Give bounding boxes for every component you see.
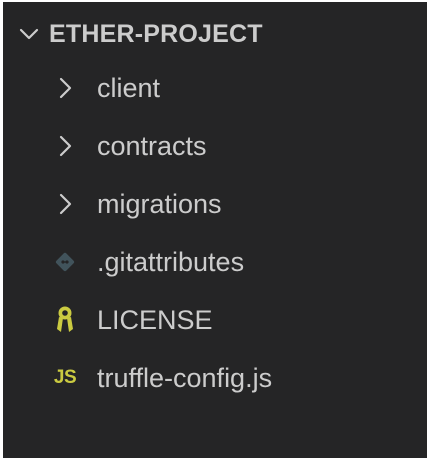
chevron-down-icon <box>11 12 47 56</box>
folder-item-migrations[interactable]: migrations <box>3 175 427 233</box>
file-label: LICENSE <box>97 304 213 335</box>
chevron-right-icon <box>47 175 83 233</box>
folder-label: client <box>97 72 161 103</box>
file-item-truffle-config[interactable]: JS truffle-config.js <box>3 349 427 407</box>
file-explorer-panel: ETHER-PROJECT client contracts migration… <box>3 2 427 458</box>
folder-label: contracts <box>97 130 207 161</box>
folder-item-client[interactable]: client <box>3 59 427 117</box>
chevron-right-icon <box>47 117 83 175</box>
file-label: .gitattributes <box>97 246 245 277</box>
project-root-header[interactable]: ETHER-PROJECT <box>3 12 427 56</box>
chevron-right-icon <box>47 59 83 117</box>
javascript-icon: JS <box>53 367 77 388</box>
git-icon <box>47 233 83 291</box>
folder-item-contracts[interactable]: contracts <box>3 117 427 175</box>
file-item-gitattributes[interactable]: .gitattributes <box>3 233 427 291</box>
file-label: truffle-config.js <box>97 362 273 393</box>
license-icon <box>47 291 83 349</box>
project-root-title: ETHER-PROJECT <box>49 19 263 48</box>
file-item-license[interactable]: LICENSE <box>3 291 427 349</box>
folder-label: migrations <box>97 188 222 219</box>
